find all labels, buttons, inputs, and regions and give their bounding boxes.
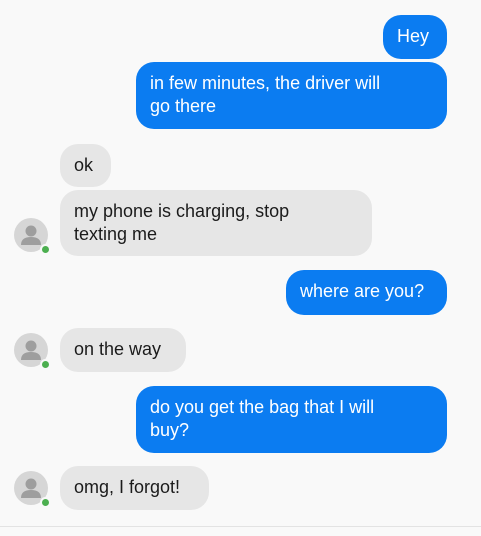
message-bubble-outgoing[interactable]: where are you?	[286, 270, 447, 315]
online-status-indicator	[40, 359, 51, 370]
message-bubble-outgoing[interactable]: do you get the bag that I will buy?	[136, 386, 447, 453]
message-bubble-outgoing[interactable]: Hey	[383, 15, 447, 59]
online-status-indicator	[40, 244, 51, 255]
message-bubble-incoming[interactable]: on the way	[60, 328, 186, 372]
contact-avatar[interactable]	[14, 471, 51, 508]
contact-avatar[interactable]	[14, 218, 51, 255]
contact-avatar[interactable]	[14, 333, 51, 370]
message-bubble-incoming[interactable]: my phone is charging, stop texting me	[60, 190, 372, 256]
composer-divider	[0, 526, 481, 527]
online-status-indicator	[40, 497, 51, 508]
message-bubble-outgoing[interactable]: in few minutes, the driver will go there	[136, 62, 447, 129]
message-bubble-incoming[interactable]: ok	[60, 144, 111, 187]
message-bubble-incoming[interactable]: omg, I forgot!	[60, 466, 209, 510]
